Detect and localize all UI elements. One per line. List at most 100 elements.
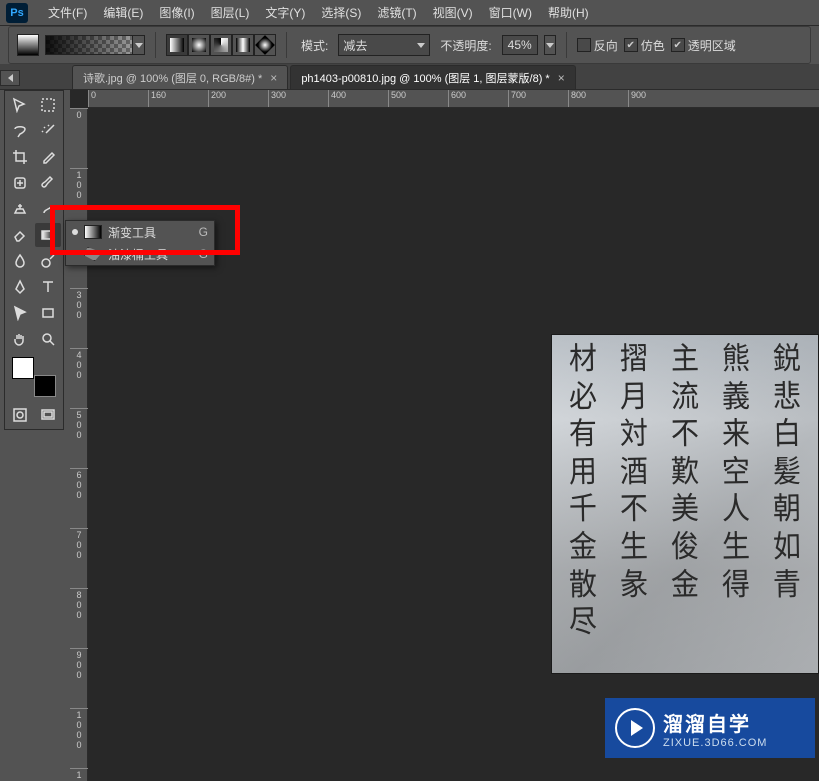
calligraphy-char: 俊	[671, 529, 700, 566]
calligraphy-char: 得	[721, 567, 750, 604]
opacity-label: 不透明度:	[440, 37, 491, 54]
blur-tool[interactable]	[7, 249, 33, 273]
calligraphy-char: 材	[569, 341, 598, 378]
ruler-tick: 100	[70, 168, 88, 228]
menu-help[interactable]: 帮助(H)	[540, 0, 597, 25]
clone-stamp-tool[interactable]	[7, 197, 33, 221]
vertical-ruler: 010020030040050060070080090010001100	[70, 108, 88, 781]
gradient-tool[interactable]	[35, 223, 61, 247]
gradient-picker-dropdown-icon[interactable]	[133, 35, 145, 55]
collapse-strip[interactable]	[0, 70, 20, 86]
transparency-checkbox[interactable]: 透明区域	[671, 37, 736, 54]
calligraphy-char: 対	[620, 416, 649, 453]
gradient-swatch-icon[interactable]	[17, 34, 39, 56]
menu-file[interactable]: 文件(F)	[40, 0, 95, 25]
path-selection-tool[interactable]	[7, 301, 33, 325]
calligraphy-char: 青	[772, 567, 801, 604]
ruler-tick: 800	[70, 588, 88, 648]
ruler-tick: 900	[628, 90, 688, 108]
rectangle-tool[interactable]	[35, 301, 61, 325]
ruler-tick: 400	[70, 348, 88, 408]
gradient-reflected-button[interactable]	[232, 34, 254, 56]
watermark: 溜溜自学 ZIXUE.3D66.COM	[605, 698, 815, 758]
blend-mode-dropdown[interactable]: 减去	[338, 34, 430, 56]
workspace: 0160200300400500600700800900 01002003004…	[70, 90, 819, 781]
ruler-tick: 500	[70, 408, 88, 468]
menu-bar: Ps 文件(F) 编辑(E) 图像(I) 图层(L) 文字(Y) 选择(S) 滤…	[0, 0, 819, 26]
calligraphy-char: 有	[569, 416, 598, 453]
flyout-item-bucket[interactable]: 油漆桶工具G	[66, 243, 214, 265]
watermark-title: 溜溜自学	[663, 708, 767, 737]
divider	[566, 32, 567, 58]
ruler-tick: 400	[328, 90, 388, 108]
menu-type[interactable]: 文字(Y)	[257, 0, 313, 25]
dodge-tool[interactable]	[35, 249, 61, 273]
tab-document-1[interactable]: 诗歌.jpg @ 100% (图层 0, RGB/8#) *×	[72, 65, 288, 89]
gradient-radial-button[interactable]	[188, 34, 210, 56]
quick-mask-tool[interactable]	[7, 403, 33, 427]
flyout-item-grad[interactable]: 渐变工具G	[66, 221, 214, 243]
calligraphy-char: 酒	[620, 454, 649, 491]
opacity-dropdown-icon[interactable]	[544, 35, 556, 55]
brush-tool[interactable]	[35, 171, 61, 195]
magic-wand-tool[interactable]	[35, 119, 61, 143]
gradient-diamond-button[interactable]	[254, 34, 276, 56]
calligraphy-column: 摺月対酒不生彖	[609, 343, 660, 665]
calligraphy-char: 月	[620, 379, 649, 416]
ruler-tick: 0	[70, 108, 88, 168]
gradient-angle-button[interactable]	[210, 34, 232, 56]
menu-view[interactable]: 视图(V)	[425, 0, 481, 25]
calligraphy-char: 如	[772, 529, 801, 566]
gradient-type-group	[166, 34, 276, 56]
ruler-tick: 600	[70, 468, 88, 528]
calligraphy-char: 熊	[721, 341, 750, 378]
reverse-checkbox[interactable]: 反向	[577, 37, 618, 54]
canvas[interactable]: 材必有用千金散尽摺月対酒不生彖主流不歎美俊金熊義来空人生得鋭悲白髪朝如青 溜溜自…	[88, 108, 819, 781]
close-icon[interactable]: ×	[270, 71, 277, 85]
menu-window[interactable]: 窗口(W)	[481, 0, 540, 25]
eraser-tool[interactable]	[7, 223, 33, 247]
canvas-image: 材必有用千金散尽摺月対酒不生彖主流不歎美俊金熊義来空人生得鋭悲白髪朝如青	[551, 334, 819, 674]
gradient-tool-flyout: 渐变工具G油漆桶工具G	[65, 220, 215, 266]
calligraphy-char: 白	[772, 416, 801, 453]
history-brush-tool[interactable]	[35, 197, 61, 221]
marquee-tool[interactable]	[35, 93, 61, 117]
options-bar: 模式: 减去 不透明度: 45% 反向 仿色 透明区域	[8, 26, 811, 64]
calligraphy-column: 鋭悲白髪朝如青	[761, 343, 812, 665]
zoom-tool[interactable]	[35, 327, 61, 351]
menu-image[interactable]: 图像(I)	[151, 0, 202, 25]
foreground-color[interactable]	[12, 357, 34, 379]
dither-checkbox[interactable]: 仿色	[624, 37, 665, 54]
gradient-linear-button[interactable]	[166, 34, 188, 56]
calligraphy-char: 生	[721, 529, 750, 566]
close-icon[interactable]: ×	[558, 71, 565, 85]
type-tool[interactable]	[35, 275, 61, 299]
move-tool[interactable]	[7, 93, 33, 117]
menu-filter[interactable]: 滤镜(T)	[369, 0, 424, 25]
menu-edit[interactable]: 编辑(E)	[95, 0, 151, 25]
calligraphy-char: 不	[671, 416, 700, 453]
hand-tool[interactable]	[7, 327, 33, 351]
eyedropper-tool[interactable]	[35, 145, 61, 169]
calligraphy-char: 髪	[772, 454, 801, 491]
calligraphy-char: 流	[671, 379, 700, 416]
ruler-tick: 600	[448, 90, 508, 108]
calligraphy-char: 用	[569, 454, 598, 491]
menu-layer[interactable]: 图层(L)	[203, 0, 258, 25]
opacity-input[interactable]: 45%	[502, 35, 538, 55]
calligraphy-char: 悲	[772, 379, 801, 416]
pen-tool[interactable]	[7, 275, 33, 299]
lasso-tool[interactable]	[7, 119, 33, 143]
crop-tool[interactable]	[7, 145, 33, 169]
color-swatch[interactable]	[12, 357, 56, 397]
tab-document-2[interactable]: ph1403-p00810.jpg @ 100% (图层 1, 图层蒙版/8) …	[290, 65, 575, 89]
calligraphy-char: 金	[569, 529, 598, 566]
gradient-picker[interactable]	[45, 35, 133, 55]
play-icon	[615, 708, 655, 748]
healing-brush-tool[interactable]	[7, 171, 33, 195]
screen-mode-tool[interactable]	[35, 403, 61, 427]
calligraphy-char: 美	[671, 491, 700, 528]
document-tabs: 诗歌.jpg @ 100% (图层 0, RGB/8#) *× ph1403-p…	[0, 64, 819, 90]
menu-select[interactable]: 选择(S)	[313, 0, 369, 25]
background-color[interactable]	[34, 375, 56, 397]
